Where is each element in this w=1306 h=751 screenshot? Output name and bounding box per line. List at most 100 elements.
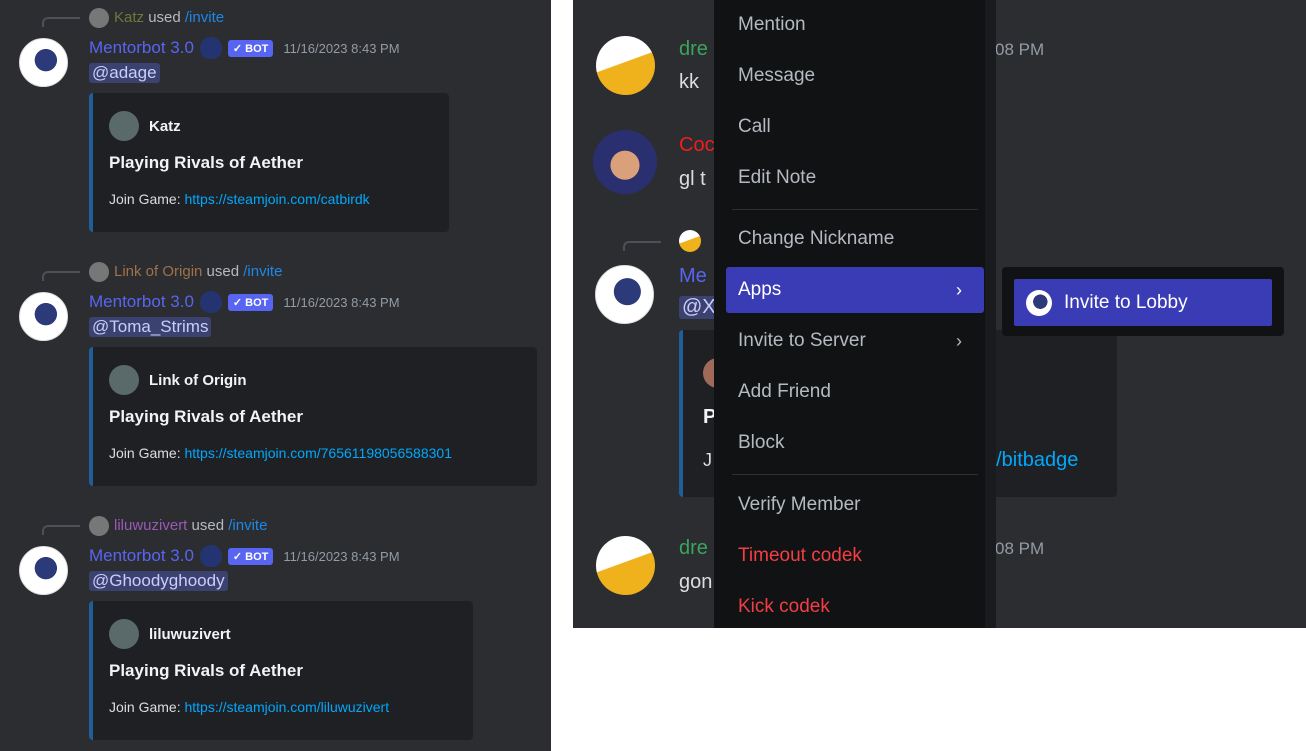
embed-author: Katz [109,111,181,141]
embed-description: Join Game: https://steamjoin.com/catbird… [109,191,370,207]
menu-item-message[interactable]: Message [726,53,984,99]
command-user[interactable]: Katz [114,9,144,26]
join-game-link[interactable]: https://steamjoin.com/76561198056588301 [184,445,452,461]
menu-item-label: Mention [738,14,806,35]
mention[interactable]: @X [679,296,719,319]
message-header: Mentorbot 3.0 ✓ BOT 11/16/2023 8:43 PM [89,37,400,59]
join-game-link[interactable]: https://steamjoin.com/liluwuzivert [184,699,389,715]
embed-author: liluwuzivert [109,619,231,649]
username[interactable]: dre [679,38,708,61]
command-reply: liluwuzivert used /invite [114,517,267,534]
avatar[interactable] [596,36,655,95]
command-name[interactable]: /invite [185,9,224,26]
username[interactable]: dre [679,537,708,560]
embed-author-name: Link of Origin [149,371,247,389]
reply-connector [623,241,661,251]
embed-author-avatar [109,619,139,649]
menu-divider [732,474,978,475]
menu-item-edit-note[interactable]: Edit Note [726,155,984,201]
username[interactable]: Coc [679,134,715,157]
embed: liluwuzivert Playing Rivals of Aether Jo… [89,601,473,740]
join-game-link[interactable]: https://steamjoin.com/catbirdk [184,191,369,207]
bot-emoji-icon [199,545,222,567]
embed: Katz Playing Rivals of Aether Join Game:… [89,93,449,232]
bot-name[interactable]: Mentorbot 3.0 [89,38,194,58]
bot-name[interactable]: Mentorbot 3.0 [89,292,194,312]
timestamp: 11/16/2023 8:43 PM [283,40,400,56]
message-header: Mentorbot 3.0 ✓ BOT 11/16/2023 8:43 PM [89,291,400,313]
command-user[interactable]: liluwuzivert [114,517,187,534]
user-avatar[interactable] [89,8,109,28]
menu-item-invite-to-server[interactable]: Invite to Server › [726,318,984,364]
chat-panel-left: Katz used /invite Mentorbot 3.0 ✓ BOT 11/1… [0,0,551,751]
menu-item-label: Change Nickname [738,228,895,249]
menu-item-label: Kick codek [738,596,830,617]
bot-name[interactable]: Me [679,265,707,288]
menu-divider [732,209,978,210]
message-text: gon [679,571,713,593]
bot-badge: ✓ BOT [227,293,274,311]
reply-connector [42,525,80,535]
bot-avatar[interactable] [19,38,68,87]
embed-author-name: Katz [149,117,181,135]
bot-avatar[interactable] [19,292,68,341]
join-game-label: Join Game: [109,191,181,207]
menu-item-label: Apps [738,279,782,300]
join-game-label: Join Game: [109,699,181,715]
menu-item-label: Block [738,432,785,453]
embed-title: Playing Rivals of Aether [109,661,303,680]
used-label: used [148,9,181,26]
embed-title: Playing Rivals of Aether [109,153,303,172]
embed: Link of Origin Playing Rivals of Aether … [89,347,537,486]
chevron-right-icon: › [956,331,962,351]
menu-item-block[interactable]: Block [726,420,984,466]
menu-item-timeout-codek[interactable]: Timeout codek [726,533,984,579]
menu-item-kick-codek[interactable]: Kick codek [726,584,984,628]
bot-avatar[interactable] [595,265,654,324]
embed-author-name: liluwuzivert [149,625,231,643]
bot-app-icon [1026,290,1052,316]
embed-description: Join Game: https://steamjoin.com/liluwuz… [109,699,389,715]
chevron-right-icon: › [956,280,962,300]
message-text: kk [679,71,699,93]
timestamp: 11/16/2023 8:43 PM [283,294,400,310]
avatar [679,230,701,252]
menu-item-add-friend[interactable]: Add Friend [726,369,984,415]
timestamp: 08 PM [995,539,1045,558]
embed-desc: J [703,450,712,470]
mention[interactable]: @Toma_Strims [89,317,212,337]
avatar[interactable] [593,130,657,194]
used-label: used [191,517,225,534]
mention[interactable]: @adage [89,63,160,83]
bot-name[interactable]: Mentorbot 3.0 [89,546,194,566]
chat-panel-right: dre 08 PM kk Coc gl t Me @X P J n/bitbad… [573,0,1306,628]
menu-item-change-nickname[interactable]: Change Nickname [726,216,984,262]
mention[interactable]: @Ghoodyghoody [89,571,228,591]
embed-author-avatar [109,365,139,395]
avatar[interactable] [596,536,655,595]
used-label: used [206,263,240,280]
embed-link[interactable]: n/bitbadge [985,449,1078,472]
apps-submenu: Invite to Lobby [1002,267,1284,336]
menu-item-mention[interactable]: Mention [726,2,984,48]
bot-avatar[interactable] [19,546,68,595]
menu-item-verify-member[interactable]: Verify Member [726,482,984,528]
bot-emoji-icon [199,291,222,313]
user-avatar[interactable] [89,516,109,536]
reply-connector [42,17,80,27]
user-avatar[interactable] [89,262,109,282]
menu-item-apps[interactable]: Apps › [726,267,984,313]
command-reply: Katz used /invite [114,9,224,26]
command-name[interactable]: /invite [243,263,282,280]
reply-connector [42,271,80,281]
timestamp: 08 PM [995,40,1045,59]
menu-item-call[interactable]: Call [726,104,984,150]
embed-description: Join Game: https://steamjoin.com/7656119… [109,445,452,461]
menu-item-label: Message [738,65,816,86]
message-header: Mentorbot 3.0 ✓ BOT 11/16/2023 8:43 PM [89,545,400,567]
timestamp: 11/16/2023 8:43 PM [283,548,400,564]
invite-to-lobby-item[interactable]: Invite to Lobby [1014,279,1272,326]
command-name[interactable]: /invite [228,517,267,534]
command-user[interactable]: Link of Origin [114,263,202,280]
user-context-menu: Mention Message Call Edit Note Change Nickna… [714,0,996,628]
